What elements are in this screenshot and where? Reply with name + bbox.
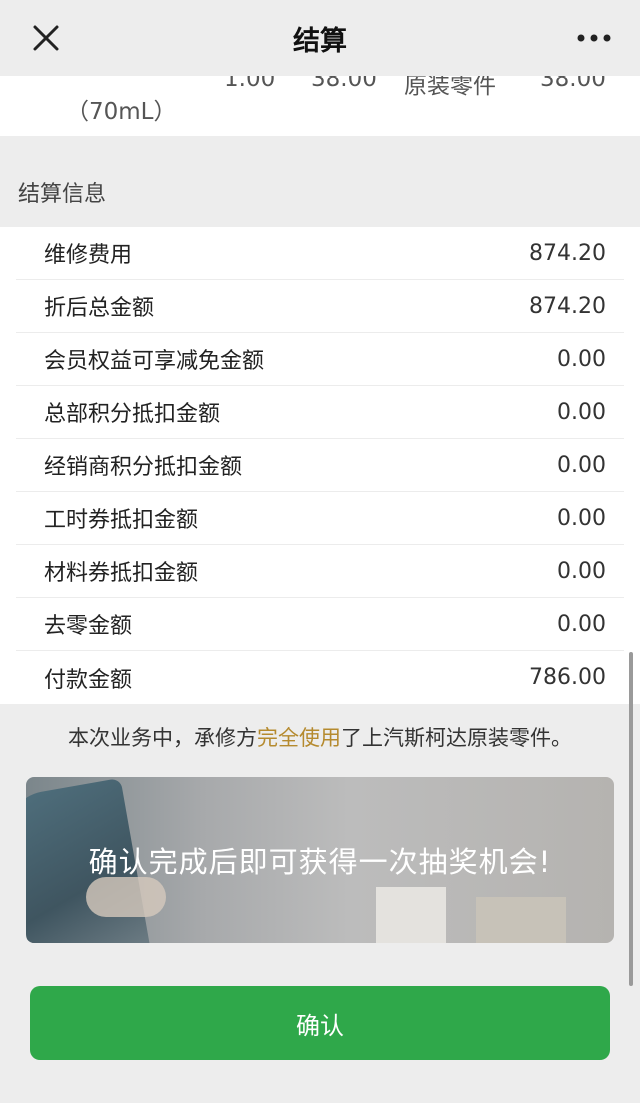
row-label: 工时券抵扣金额 (44, 508, 199, 533)
row-value: 0.00 (557, 558, 606, 584)
row-value: 0.00 (557, 346, 606, 372)
banner-text: 确认完成后即可获得一次抽奖机会! (88, 845, 552, 879)
part-name: （70mL） (66, 99, 177, 125)
row-payment-amount: 付款金额 786.00 (16, 651, 624, 704)
banner-hand (86, 877, 166, 917)
row-value: 0.00 (557, 399, 606, 425)
row-value: 874.20 (529, 293, 606, 319)
scrollbar[interactable] (629, 652, 633, 986)
notice-highlight: 完全使用 (257, 726, 341, 750)
row-rounding: 去零金额 0.00 (16, 598, 624, 651)
more-icon (577, 34, 611, 42)
row-value: 0.00 (557, 611, 606, 637)
genuine-parts-notice: 本次业务中，承修方完全使用了上汽斯柯达原装零件。 (0, 722, 640, 752)
row-value: 0.00 (557, 452, 606, 478)
row-repair-fee: 维修费用 874.20 (16, 227, 624, 280)
row-member-discount: 会员权益可享减免金额 0.00 (16, 333, 624, 386)
close-icon (33, 25, 59, 51)
part-item-row: （70mL） 1.00 38.00 原装零件 38.00 (0, 76, 640, 136)
row-labor-coupon: 工时券抵扣金额 0.00 (16, 492, 624, 545)
row-label: 总部积分抵扣金额 (44, 402, 221, 427)
close-button[interactable] (26, 18, 66, 58)
row-label: 材料券抵扣金额 (44, 561, 199, 586)
row-dealer-points: 经销商积分抵扣金额 0.00 (16, 439, 624, 492)
part-amount: 38.00 (540, 76, 606, 92)
row-hq-points: 总部积分抵扣金额 0.00 (16, 386, 624, 439)
part-unit-price: 38.00 (311, 76, 377, 92)
row-material-coupon: 材料券抵扣金额 0.00 (16, 545, 624, 598)
settlement-list: 维修费用 874.20 折后总金额 874.20 会员权益可享减免金额 0.00… (0, 227, 640, 704)
notice-prefix: 本次业务中，承修方 (68, 726, 257, 750)
notice-suffix: 了上汽斯柯达原装零件。 (341, 726, 572, 750)
part-quantity: 1.00 (224, 76, 276, 92)
section-title: 结算信息 (18, 182, 107, 207)
confirm-button[interactable]: 确认 (30, 986, 610, 1060)
row-label: 经销商积分抵扣金额 (44, 455, 243, 480)
banner-decor (376, 887, 446, 943)
row-label: 会员权益可享减免金额 (44, 349, 265, 374)
row-value: 0.00 (557, 505, 606, 531)
more-button[interactable] (574, 20, 614, 56)
row-label: 付款金额 (44, 667, 133, 693)
part-type: 原装零件 (404, 76, 496, 99)
banner-decor (476, 897, 566, 943)
row-value: 874.20 (529, 240, 606, 266)
row-label: 维修费用 (44, 243, 133, 268)
lottery-banner: 确认完成后即可获得一次抽奖机会! (26, 777, 614, 943)
row-value: 786.00 (529, 665, 606, 690)
page-title: 结算 (293, 25, 347, 57)
row-label: 去零金额 (44, 614, 133, 639)
row-discounted-total: 折后总金额 874.20 (16, 280, 624, 333)
row-label: 折后总金额 (44, 296, 155, 321)
nav-bar: 结算 (0, 0, 640, 76)
